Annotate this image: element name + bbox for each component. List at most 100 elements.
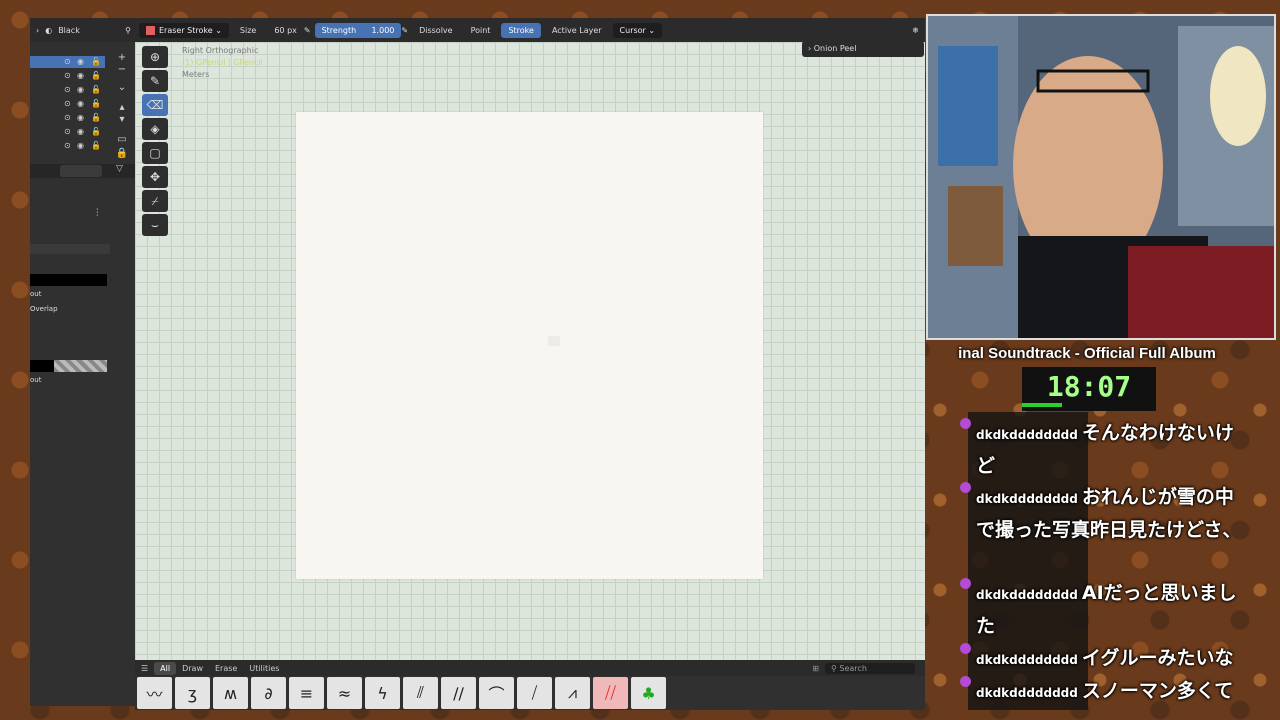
- pen-pressure-icon[interactable]: ✎: [401, 26, 408, 35]
- fill-tool-icon[interactable]: ◈: [142, 118, 168, 140]
- dissolve-button[interactable]: Dissolve: [412, 23, 460, 38]
- tab-draw[interactable]: Draw: [176, 662, 209, 675]
- eye-icon[interactable]: ◉: [77, 113, 84, 122]
- eye-icon[interactable]: ◉: [77, 85, 84, 94]
- eye-icon[interactable]: ◉: [77, 71, 84, 80]
- layer-row[interactable]: ⊙ ◉ 🔓: [30, 126, 105, 138]
- menu-icon[interactable]: ☰: [135, 662, 154, 675]
- chat-badge-icon: [960, 482, 971, 493]
- pin-icon[interactable]: ⚲: [125, 26, 131, 35]
- brush-thumbnail[interactable]: ⩘: [555, 677, 590, 709]
- chat-message: dkdkdddddddd そんなわけないけど: [976, 418, 1246, 482]
- lock-icon[interactable]: 🔓: [91, 127, 101, 136]
- filter-icon[interactable]: ▽: [116, 164, 123, 174]
- add-layer-button[interactable]: +: [114, 52, 130, 63]
- link-icon[interactable]: ⊙: [64, 99, 71, 108]
- brush-thumbnail[interactable]: ʍ: [213, 677, 248, 709]
- filter-field[interactable]: [60, 165, 102, 177]
- box-tool-icon[interactable]: ▢: [142, 142, 168, 164]
- brush-thumbnail[interactable]: ≈: [327, 677, 362, 709]
- chat-message: dkdkdddddddd イグルーみたいな: [976, 643, 1246, 676]
- layer-row[interactable]: ⊙ ◉ 🔓: [30, 84, 105, 96]
- onion-peel-panel[interactable]: › Onion Peel: [802, 41, 924, 57]
- remove-layer-button[interactable]: −: [114, 64, 130, 75]
- link-icon[interactable]: ⊙: [64, 71, 71, 80]
- move-down-button[interactable]: ▾: [114, 114, 130, 125]
- lock-icon[interactable]: 🔓: [91, 71, 101, 80]
- tab-erase[interactable]: Erase: [209, 662, 243, 675]
- timer-progress: [1022, 403, 1062, 407]
- cursor-dropdown[interactable]: Cursor ⌄: [612, 22, 663, 38]
- outliner-panel: › ◐ Black ⚲ ⊙ ◉ 🔓 ⊙ ◉ 🔓 ⊙ ◉ 🔓 ⊙ ◉ 🔓 ⊙ ◉ …: [30, 18, 135, 706]
- brush-thumbnail[interactable]: ⫽: [403, 677, 438, 709]
- brush-thumbnail[interactable]: ⌒: [479, 677, 514, 709]
- brush-thumbnail[interactable]: ʒ: [175, 677, 210, 709]
- alpha-swatch[interactable]: [54, 360, 107, 372]
- cursor-tool-icon[interactable]: ⊕: [142, 46, 168, 68]
- brush-thumbnail-selected[interactable]: ⧸⧸: [593, 677, 628, 709]
- lock-icon[interactable]: 🔓: [91, 57, 101, 66]
- lock-icon[interactable]: 🔓: [91, 141, 101, 150]
- chat-badge-icon: [960, 578, 971, 589]
- transform-tool-icon[interactable]: ✥: [142, 166, 168, 188]
- brush-thumbnail[interactable]: ∂: [251, 677, 286, 709]
- layer-row[interactable]: ⊙ ◉ 🔓: [30, 140, 105, 152]
- link-icon[interactable]: ⊙: [64, 113, 71, 122]
- lock-icon[interactable]: 🔓: [91, 85, 101, 94]
- view-name: Right Orthographic: [182, 46, 259, 55]
- prop-label: out: [30, 376, 42, 384]
- size-field[interactable]: 60 px: [267, 23, 304, 38]
- strength-field[interactable]: Strength 1.000: [314, 22, 402, 38]
- sliders-icon[interactable]: ⫶: [96, 208, 99, 219]
- brush-thumbnail[interactable]: 〰: [137, 677, 172, 709]
- chat-text: イグルーみたいな: [1081, 647, 1234, 669]
- grid-view-icon[interactable]: ⊞: [812, 664, 819, 673]
- pen-pressure-icon[interactable]: ✎: [304, 26, 311, 35]
- brush-thumbnail[interactable]: ⧸: [517, 677, 552, 709]
- link-icon[interactable]: ⊙: [64, 127, 71, 136]
- chat-username: dkdkdddddddd: [976, 428, 1078, 442]
- layer-row[interactable]: ⊙ ◉ 🔓: [30, 98, 105, 110]
- lock-icon[interactable]: 🔓: [91, 113, 101, 122]
- mask-icon[interactable]: ▭: [114, 134, 130, 145]
- color-swatch[interactable]: [30, 274, 107, 286]
- eye-icon[interactable]: ◉: [77, 99, 84, 108]
- brush-thumbnail[interactable]: ∕∕: [441, 677, 476, 709]
- chevron-down-icon[interactable]: ⌄: [114, 82, 130, 93]
- eraser-icon: [146, 25, 155, 35]
- point-button[interactable]: Point: [464, 23, 498, 38]
- layer-row[interactable]: ⊙ ◉ 🔓: [30, 56, 105, 68]
- lock-icon[interactable]: 🔒: [114, 148, 130, 159]
- search-input[interactable]: ⚲ Search: [825, 662, 915, 674]
- link-icon[interactable]: ⊙: [64, 85, 71, 94]
- webcam-feed: [926, 14, 1276, 340]
- erase-tool-icon[interactable]: ⌫: [142, 94, 168, 116]
- eye-icon[interactable]: ◉: [77, 57, 84, 66]
- tab-utilities[interactable]: Utilities: [243, 662, 285, 675]
- lock-icon[interactable]: 🔓: [91, 99, 101, 108]
- chat-text: スノーマン多くて: [1081, 680, 1234, 702]
- tab-all[interactable]: All: [154, 661, 177, 675]
- layer-row[interactable]: ⊙ ◉ 🔓: [30, 70, 105, 82]
- link-icon[interactable]: ⊙: [64, 141, 71, 150]
- color-swatch[interactable]: [30, 360, 54, 372]
- move-up-button[interactable]: ▴: [114, 102, 130, 113]
- curve-tool-icon[interactable]: ⌣: [142, 214, 168, 236]
- draw-tool-icon[interactable]: ✎: [142, 70, 168, 92]
- chat-username: dkdkdddddddd: [976, 492, 1078, 506]
- eye-icon[interactable]: ◉: [77, 127, 84, 136]
- prop-field[interactable]: [30, 244, 110, 254]
- brush-thumbnail[interactable]: ♣: [631, 677, 666, 709]
- drawing-canvas[interactable]: [296, 112, 763, 579]
- layer-row[interactable]: ⊙ ◉ 🔓: [30, 112, 105, 124]
- snowflake-icon[interactable]: ❄: [912, 26, 919, 35]
- link-icon[interactable]: ⊙: [64, 57, 71, 66]
- eyedropper-tool-icon[interactable]: ⌿: [142, 190, 168, 212]
- brush-thumbnail[interactable]: ≡: [289, 677, 324, 709]
- stroke-button[interactable]: Stroke: [501, 22, 541, 38]
- brush-thumbnail[interactable]: ϟ: [365, 677, 400, 709]
- chevron-right-icon[interactable]: ›: [36, 26, 39, 35]
- tool-dropdown[interactable]: Eraser Stroke ⌄: [139, 22, 229, 38]
- active-layer-toggle[interactable]: Active Layer: [545, 23, 609, 38]
- eye-icon[interactable]: ◉: [77, 141, 84, 150]
